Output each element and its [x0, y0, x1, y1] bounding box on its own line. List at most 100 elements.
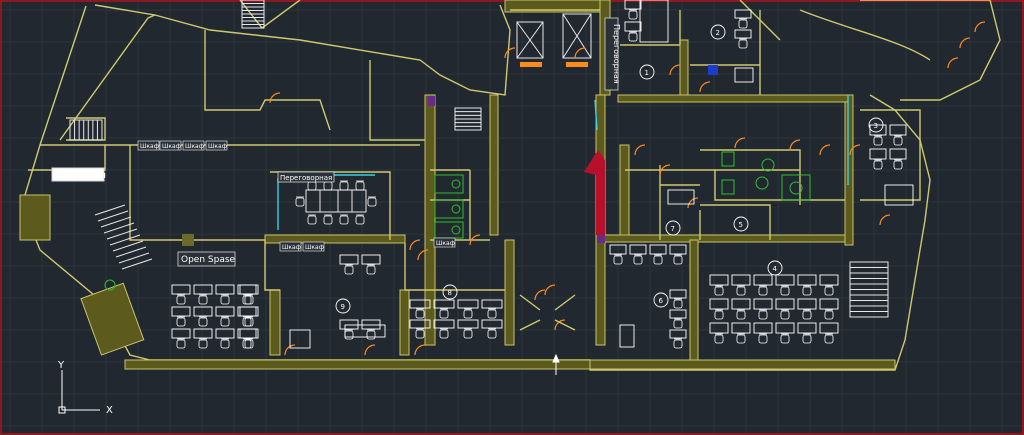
office-chair: [824, 285, 834, 296]
office-chair: [415, 328, 425, 339]
room-number: 1: [645, 69, 649, 77]
office-chair: [673, 298, 683, 309]
office-chair: [628, 31, 638, 42]
office-chair: [244, 338, 254, 349]
column-marker: [428, 96, 435, 106]
office-chair: [244, 294, 254, 305]
column-marker: [597, 235, 605, 243]
workstation-desk: [339, 254, 359, 265]
door-swing: [364, 344, 376, 356]
office-chair: [176, 294, 186, 305]
workstation-desk: [669, 244, 687, 255]
office-chair: [873, 135, 883, 146]
office-chair: [344, 329, 354, 340]
workstation-desk: [237, 306, 257, 317]
office-chair: [714, 333, 724, 344]
floor-plan-drawing[interactable]: Шкаф Шкаф Шкаф ШкафШкаф ШкафШкаф 123456789 С…: [0, 0, 1024, 435]
meeting-chair: [339, 214, 349, 225]
office-chair: [780, 333, 790, 344]
ucs-x-label: X: [106, 405, 113, 416]
office-chair: [758, 309, 768, 320]
meeting-chair: [355, 214, 365, 225]
office-chair: [463, 308, 473, 319]
office-chair: [736, 285, 746, 296]
cabinet-label: Шкаф: [305, 244, 324, 251]
door-swing: [414, 344, 426, 356]
office-chair: [893, 159, 903, 170]
office-chair: [463, 328, 473, 339]
door-swing: [734, 137, 746, 149]
server-room-text: Серверная: [55, 171, 106, 181]
room-number: 8: [448, 289, 452, 297]
workstation-desk: [731, 322, 751, 334]
door-swing: [687, 197, 699, 209]
workstation-desk: [775, 322, 795, 334]
office-chair: [673, 338, 683, 349]
stair-accent: [584, 150, 605, 235]
office-chair: [244, 316, 254, 327]
office-chair: [873, 159, 883, 170]
office-chair: [198, 294, 208, 305]
corridor-door: [519, 294, 576, 331]
workstation-desk: [433, 299, 455, 309]
equipment-marker: [708, 65, 718, 75]
cabinet-label: Шкаф: [140, 143, 159, 150]
room-number: 5: [739, 221, 743, 229]
workstation-desk: [171, 284, 191, 295]
workstation-desk: [669, 329, 687, 339]
workstation-desk: [669, 289, 687, 299]
office-chair: [366, 329, 376, 340]
workstation-desk: [215, 306, 235, 317]
ucs-y-label: Y: [57, 360, 65, 371]
workstation-desk: [193, 284, 213, 295]
office-desk: [734, 67, 754, 83]
office-chair: [893, 135, 903, 146]
office-chair: [198, 316, 208, 327]
workstation-desk: [753, 274, 773, 286]
meeting-room-vertical-text: Переговорная: [612, 24, 621, 84]
workstation-desk: [237, 284, 257, 295]
door-swing: [269, 92, 281, 104]
meeting-chair: [307, 214, 317, 225]
workstation-desk: [339, 319, 359, 330]
door-swing: [789, 139, 801, 151]
office-chair: [714, 309, 724, 320]
workstation-desk: [734, 29, 752, 39]
office-chair: [824, 309, 834, 320]
door-swing: [409, 239, 421, 251]
office-chair: [176, 338, 186, 349]
office-chair: [439, 328, 449, 339]
office-chair: [736, 309, 746, 320]
office-desk: [619, 324, 635, 348]
workstation-desk: [361, 254, 381, 265]
room-number: 4: [773, 265, 778, 273]
cabinet-label: Шкаф: [282, 244, 301, 251]
office-chair: [220, 338, 230, 349]
room-number: 9: [341, 303, 345, 311]
meeting-chair: [355, 180, 365, 191]
workstation-desk: [734, 9, 752, 19]
workstation-desk: [869, 124, 887, 136]
workstation-desk: [457, 299, 479, 309]
door-swing: [504, 47, 516, 59]
workstation-desk: [709, 298, 729, 310]
workstation-desk: [649, 244, 667, 255]
workstation-desk: [361, 319, 381, 330]
office-chair: [758, 285, 768, 296]
office-chair: [673, 254, 683, 265]
office-chair: [824, 333, 834, 344]
office-chair: [628, 9, 638, 20]
open-space-label: Open Spase: [177, 251, 236, 267]
workstation-desk: [433, 319, 455, 329]
cabinet-label: Шкаф: [162, 143, 181, 150]
workstation-desk: [797, 298, 817, 310]
meeting-chair: [323, 214, 333, 225]
workstation-desk: [481, 299, 503, 309]
workstation-desk: [193, 306, 213, 317]
meeting-room-vertical-label: Переговорная: [604, 17, 621, 91]
workstation-desk: [629, 244, 647, 255]
workstation-desk: [239, 306, 259, 317]
workstation-desk: [889, 124, 907, 136]
office-chair: [198, 338, 208, 349]
office-chair: [366, 264, 376, 275]
